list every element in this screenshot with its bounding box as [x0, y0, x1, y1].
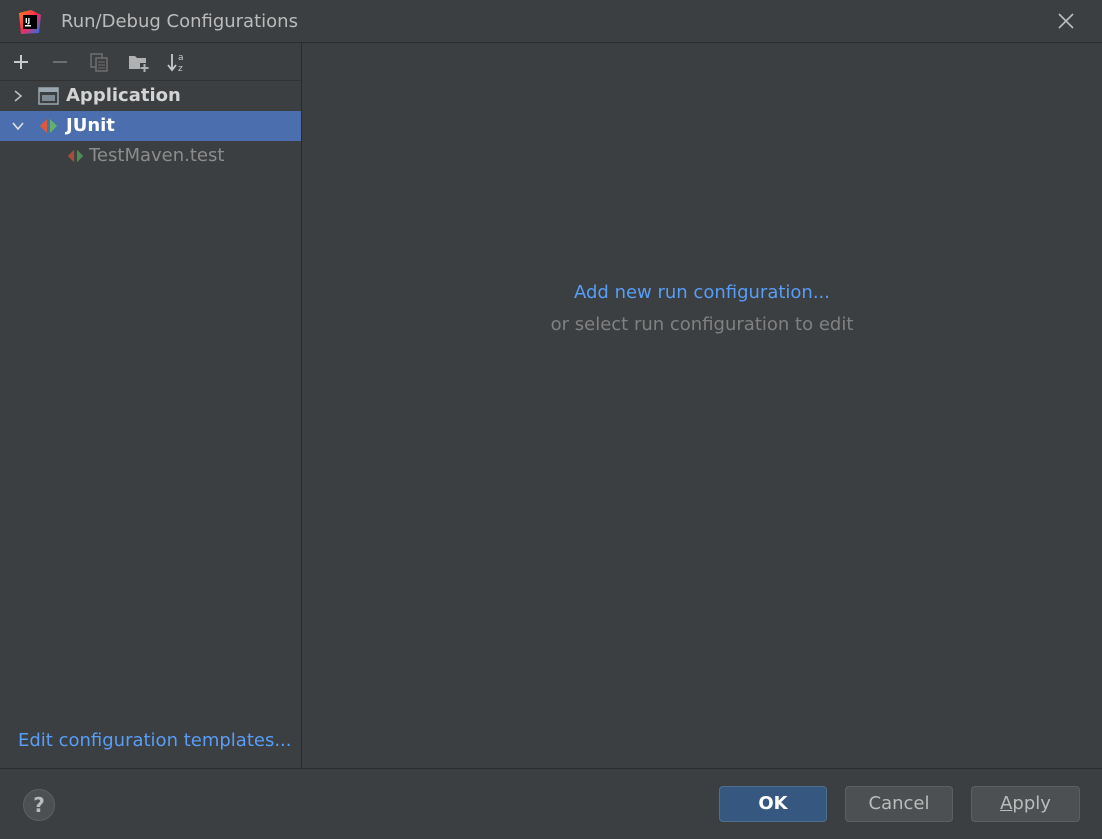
sort-alpha-icon[interactable]: a z — [166, 51, 188, 73]
junit-test-icon — [67, 149, 84, 163]
application-icon — [38, 87, 59, 105]
configurations-sidebar: a z Application JUnit TestMaven.test Edi… — [0, 43, 302, 768]
help-button[interactable]: ? — [23, 789, 55, 821]
svg-text:z: z — [178, 64, 183, 73]
cancel-button[interactable]: Cancel — [845, 786, 953, 822]
sidebar-toolbar: a z — [0, 43, 301, 81]
copy-icon[interactable] — [88, 51, 110, 73]
chevron-down-icon[interactable] — [11, 119, 25, 133]
tree-item-label: JUnit — [66, 115, 115, 136]
plus-icon[interactable] — [10, 51, 32, 73]
svg-text:IJ: IJ — [25, 17, 30, 25]
empty-state-hint: or select run configuration to edit — [550, 314, 854, 335]
edit-templates-link[interactable]: Edit configuration templates... — [18, 730, 292, 751]
junit-icon — [40, 119, 57, 133]
tree-item-testmaven[interactable]: TestMaven.test — [0, 141, 301, 171]
intellij-idea-icon: IJ — [19, 10, 41, 34]
tree-item-label: Application — [66, 85, 181, 106]
apply-label-rest: pply — [1012, 793, 1051, 814]
ok-button[interactable]: OK — [719, 786, 827, 822]
apply-button[interactable]: Apply — [971, 786, 1080, 822]
dialog-footer: ? OK Cancel Apply — [0, 768, 1102, 839]
tree-item-junit[interactable]: JUnit — [0, 111, 301, 141]
svg-text:a: a — [178, 53, 184, 63]
apply-mnemonic: A — [1000, 793, 1013, 814]
configuration-editor: Add new run configuration... or select r… — [302, 43, 1102, 768]
chevron-right-icon[interactable] — [11, 89, 25, 103]
folder-add-icon[interactable] — [127, 51, 149, 73]
tree-item-application[interactable]: Application — [0, 81, 301, 111]
close-icon[interactable] — [1056, 11, 1076, 31]
window-title: Run/Debug Configurations — [61, 11, 298, 32]
tree-item-label: TestMaven.test — [89, 145, 225, 166]
minus-icon[interactable] — [49, 51, 71, 73]
title-bar: IJ Run/Debug Configurations — [0, 0, 1102, 43]
add-new-configuration-link[interactable]: Add new run configuration... — [302, 282, 1102, 303]
